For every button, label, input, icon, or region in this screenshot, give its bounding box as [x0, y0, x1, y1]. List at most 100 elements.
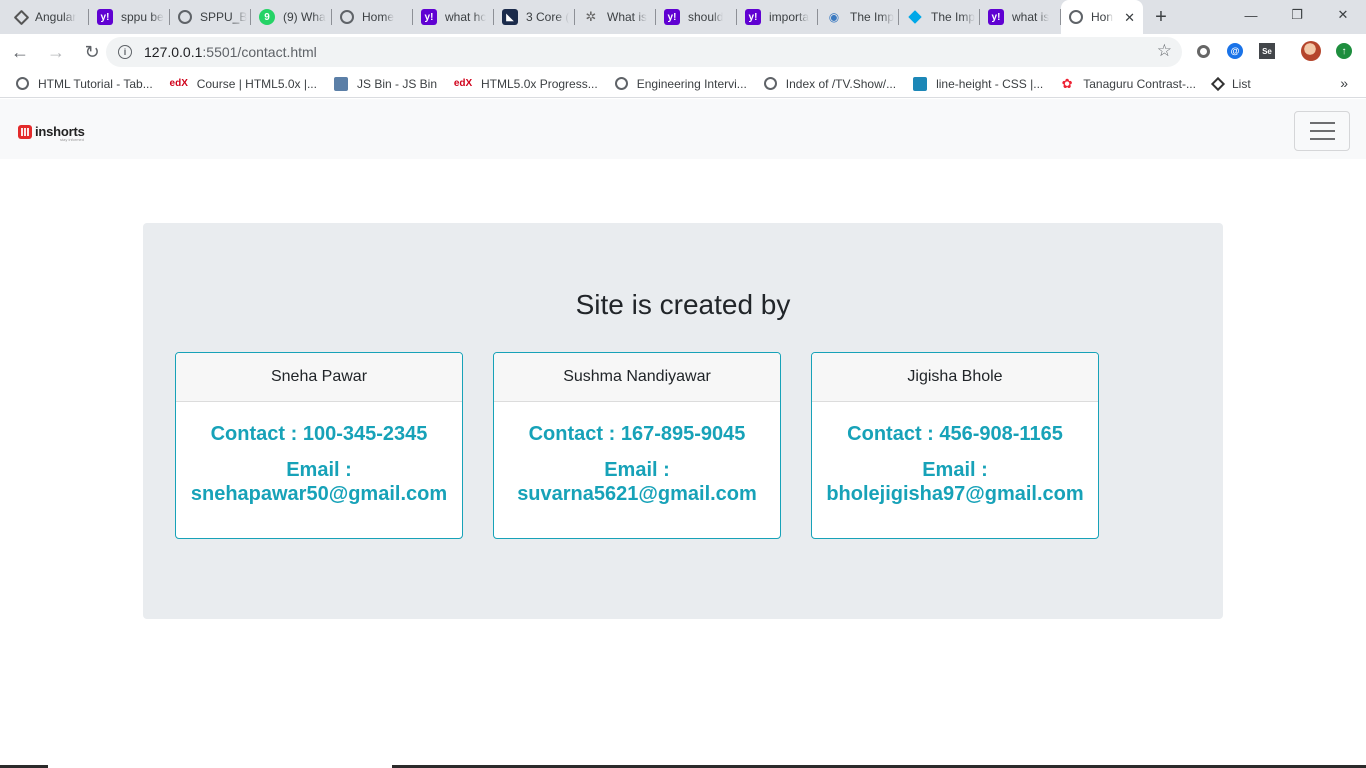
bookmark-item[interactable]: line-height - CSS |...	[913, 76, 1044, 91]
hamburger-line	[1309, 130, 1335, 132]
yahoo-icon: y!	[745, 9, 761, 25]
bookmark-item[interactable]: Index of /TV.Show/...	[763, 76, 897, 91]
tab[interactable]: y! what is	[980, 0, 1061, 34]
tab[interactable]: y! sppu be	[89, 0, 170, 34]
bookmark-label: Index of /TV.Show/...	[785, 76, 897, 91]
card-header: Sneha Pawar	[176, 353, 462, 402]
browser-toolbar: ← → ↻ i 127.0.0.1:5501/contact.html ☆ @ …	[0, 34, 1366, 70]
address-bar[interactable]: i 127.0.0.1:5501/contact.html ☆	[106, 37, 1182, 67]
tab[interactable]: y! what hc	[413, 0, 494, 34]
hamburger-line	[1309, 138, 1335, 140]
extension-circle-icon[interactable]	[1192, 40, 1214, 62]
bookmark-item[interactable]: List	[1210, 76, 1251, 91]
url-host: 127.0.0.1	[144, 44, 203, 60]
minimize-button[interactable]: —	[1228, 0, 1274, 30]
bookmarks-overflow-button[interactable]: »	[1340, 75, 1348, 91]
extension-blue-icon[interactable]: @	[1224, 40, 1246, 62]
tab-title: Angular	[35, 10, 77, 24]
site-icon: ◣	[502, 9, 518, 25]
email-address: bholejigisha97@gmail.com	[826, 483, 1084, 505]
yahoo-icon: y!	[664, 9, 680, 25]
contact-number: Contact : 100-345-2345	[210, 423, 428, 445]
new-tab-button[interactable]: +	[1143, 0, 1179, 34]
globe-icon	[16, 77, 29, 90]
browser-tab-strip: Angular y! sppu be SPPU_B 9 (9) Wha Home y! what…	[0, 0, 1366, 34]
angular-icon	[13, 9, 30, 25]
bookmark-list: HTML Tutorial - Tab... edX Course | HTML5.…	[16, 75, 1268, 91]
selenium-icon[interactable]: Se	[1256, 40, 1278, 62]
bookmark-star-icon[interactable]: ☆	[1157, 41, 1172, 61]
profile-avatar[interactable]	[1300, 40, 1322, 62]
whatsapp-icon: 9	[259, 9, 275, 25]
email-address: suvarna5621@gmail.com	[517, 483, 757, 505]
bookmark-item[interactable]: Engineering Intervi...	[614, 76, 747, 91]
jsbin-icon	[333, 76, 348, 91]
forward-button[interactable]: →	[40, 36, 72, 68]
codepen-icon	[1210, 76, 1226, 91]
tab[interactable]: 9 (9) Wha	[251, 0, 332, 34]
tab-title: The Imp	[850, 10, 895, 24]
globe-icon	[1069, 10, 1083, 24]
tab-title: SPPU_B	[200, 10, 248, 24]
tab-title: importa	[769, 10, 810, 24]
bookmark-label: Course | HTML5.0x |...	[196, 76, 317, 91]
yahoo-icon: y!	[988, 9, 1004, 25]
tab[interactable]: ◣ 3 Core (	[494, 0, 575, 34]
tab[interactable]: SPPU_B	[170, 0, 251, 34]
bookmark-label: List	[1231, 76, 1251, 91]
logo-mark-icon	[18, 124, 32, 139]
hamburger-line	[1309, 122, 1335, 124]
bookmark-item[interactable]: edX Course | HTML5.0x |...	[170, 77, 317, 91]
tab-title: Home	[362, 10, 395, 24]
bookmark-label: HTML Tutorial - Tab...	[38, 76, 153, 91]
tab-active[interactable]: Hon ✕	[1061, 0, 1143, 34]
bookmark-item[interactable]: edX HTML5.0x Progress...	[454, 77, 598, 91]
tab[interactable]: y! importa	[737, 0, 818, 34]
globe-icon	[178, 10, 192, 24]
card-header: Sushma Nandiyawar	[494, 353, 780, 402]
contact-number: Contact : 167-895-9045	[528, 423, 746, 445]
logo-subtext: stay informed	[60, 137, 85, 142]
bookmark-label: HTML5.0x Progress...	[481, 76, 598, 91]
window-controls: — ❐ ✕	[1228, 0, 1366, 30]
tab-title: what is	[1012, 10, 1050, 24]
tab[interactable]: The Imp	[899, 0, 980, 34]
tab-title: should	[688, 10, 724, 24]
card-body: Contact : 167-895-9045 Email : suvarna56…	[494, 402, 780, 506]
tab[interactable]: ✲ What is	[575, 0, 656, 34]
yahoo-icon: y!	[421, 9, 437, 25]
tab-list: Angular y! sppu be SPPU_B 9 (9) Wha Home y! what…	[0, 0, 1061, 34]
tanaguru-icon: ✿	[1061, 75, 1073, 91]
tab-title: (9) Wha	[283, 10, 326, 24]
maximize-button[interactable]: ❐	[1274, 0, 1320, 30]
bookmarks-bar: HTML Tutorial - Tab... edX Course | HTML5.…	[0, 70, 1366, 98]
creator-card: Sneha Pawar Contact : 100-345-2345 Email…	[175, 352, 463, 539]
url-path: :5501/contact.html	[202, 44, 317, 60]
bookmark-label: line-height - CSS |...	[936, 76, 1044, 91]
update-icon[interactable]: ↑	[1333, 40, 1355, 62]
info-icon[interactable]: i	[118, 45, 132, 59]
card-header: Jigisha Bhole	[812, 353, 1098, 402]
menu-toggle-button[interactable]	[1294, 111, 1350, 151]
tab-title: what hc	[445, 10, 487, 24]
tab-title: Hon	[1091, 10, 1114, 24]
back-button[interactable]: ←	[4, 36, 36, 68]
page-title: Site is created by	[575, 289, 791, 320]
close-tab-icon[interactable]: ✕	[1124, 10, 1135, 26]
mdn-icon	[913, 76, 928, 91]
bookmark-label: Engineering Intervi...	[636, 76, 747, 91]
tab-title: 3 Core (	[526, 10, 570, 24]
bookmark-item[interactable]: HTML Tutorial - Tab...	[16, 77, 153, 91]
site-logo[interactable]: inshorts stay informed	[18, 124, 85, 142]
bookmark-item[interactable]: JS Bin - JS Bin	[333, 76, 437, 91]
card-body: Contact : 456-908-1165 Email : bholejigi…	[812, 402, 1098, 506]
tab[interactable]: ◉ The Imp	[818, 0, 899, 34]
tab[interactable]: Angular	[8, 0, 89, 34]
tab[interactable]: Home	[332, 0, 413, 34]
bookmark-item[interactable]: ✿ Tanaguru Contrast-...	[1060, 75, 1196, 91]
bookmark-label: Tanaguru Contrast-...	[1083, 76, 1196, 91]
reload-button[interactable]: ↻	[76, 36, 108, 68]
tab[interactable]: y! should	[656, 0, 737, 34]
tab-title: The Imp	[931, 10, 976, 24]
close-window-button[interactable]: ✕	[1320, 0, 1366, 30]
